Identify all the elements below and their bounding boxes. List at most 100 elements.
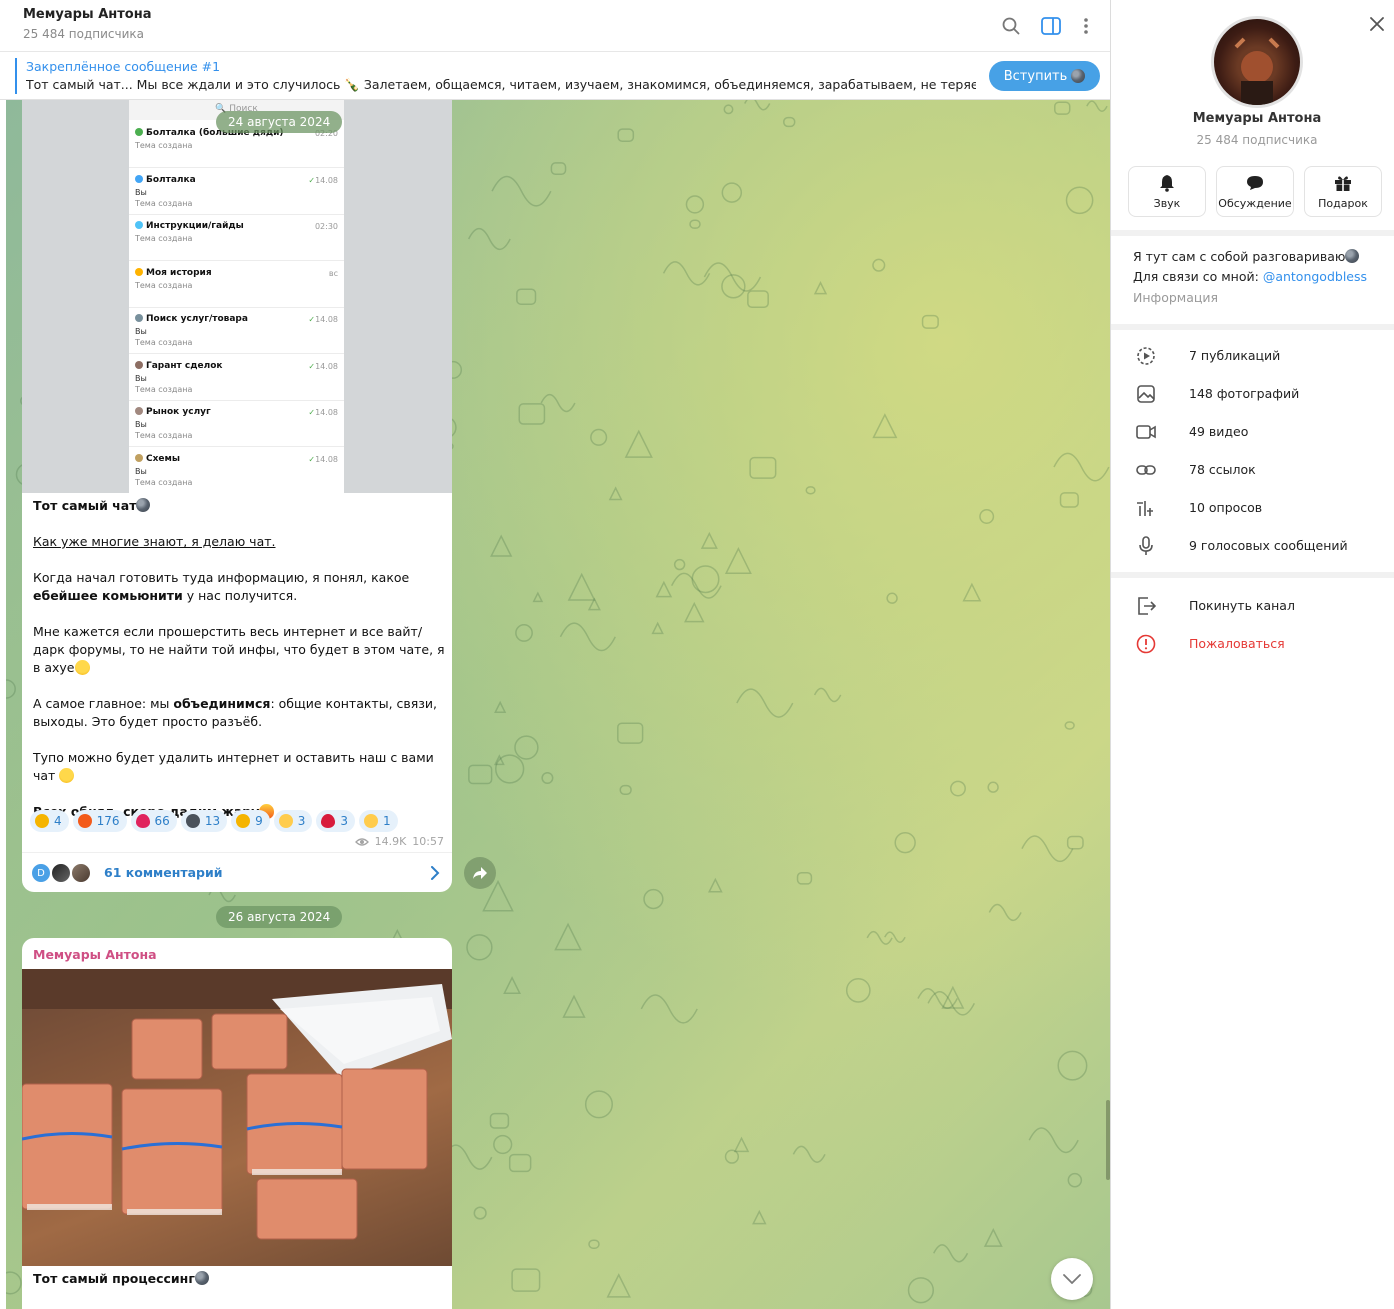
reaction-count: 176 — [96, 814, 120, 828]
reaction-count: 1 — [383, 814, 391, 828]
report-button[interactable]: Пожаловаться — [1111, 625, 1394, 663]
more-menu-icon[interactable] — [1074, 14, 1098, 38]
sound-label: Звук — [1153, 197, 1181, 210]
reaction-scream[interactable]: 3 — [273, 810, 313, 832]
heart-icon — [135, 814, 150, 828]
wallpaper-doodle — [640, 994, 698, 1024]
wallpaper-doodle — [1067, 1172, 1083, 1188]
channel-post[interactable]: Мемуары Антона Тот самый процессинг — [22, 938, 452, 1309]
join-label: Вступить — [1003, 68, 1068, 84]
share-post-button[interactable] — [464, 857, 496, 889]
laughing-emoji-icon — [59, 768, 75, 783]
media-row-posts[interactable]: 7 публикаций — [1111, 337, 1394, 375]
post-author[interactable]: Мемуары Антона — [33, 947, 157, 962]
topic-author: Вы — [135, 187, 147, 197]
commenter-avatar: D — [30, 862, 52, 884]
post-paragraph: у нас получится. — [182, 588, 298, 603]
media-row-photos[interactable]: 148 фотографий — [1111, 375, 1394, 413]
post-screenshot-image[interactable]: 🔍 Поиск Болталка (большие дяди) Тема созд… — [22, 100, 452, 493]
wallpaper-doodle — [491, 175, 552, 207]
join-channel-button[interactable]: Вступить — [989, 61, 1100, 91]
topic-status: Тема создана — [135, 198, 193, 208]
wallpaper-doodle — [921, 314, 939, 329]
reactions-bar: 4 176 66 13 9 3 3 1 — [30, 810, 398, 832]
gift-button[interactable]: Подарок — [1304, 166, 1382, 217]
topic-status: Тема создана — [135, 477, 193, 487]
wallpaper-doodle — [1064, 721, 1075, 730]
media-row-polls[interactable]: 10 опросов — [1111, 489, 1394, 527]
topic-status: Тема создана — [135, 141, 193, 150]
media-row-voice[interactable]: 9 голосовых сообщений — [1111, 527, 1394, 565]
topic-time: 02:30 — [314, 222, 338, 231]
post-photo[interactable] — [22, 969, 452, 1266]
post-meta: 14.9K 10:57 — [354, 835, 444, 848]
reaction-star[interactable]: 4 — [30, 810, 69, 832]
reaction-fire[interactable]: 176 — [72, 810, 127, 832]
wallpaper-doodle — [655, 580, 673, 598]
reaction-heart-fire[interactable]: 3 — [316, 810, 356, 832]
wallpaper-doodle — [707, 877, 723, 893]
reaction-money-face[interactable]: 1 — [359, 810, 398, 832]
contact-link[interactable]: @antongodbless — [1263, 269, 1367, 284]
wallpaper-doodle — [6, 1271, 22, 1295]
media-row-links[interactable]: 78 ссылок — [1111, 451, 1394, 489]
post-time: 10:57 — [412, 835, 444, 848]
wallpaper-doodle — [495, 754, 525, 784]
wallpaper-doodle — [671, 572, 722, 599]
topic-author: Вы — [135, 420, 147, 429]
wallpaper-doodle — [508, 1153, 532, 1173]
chat-header: Мемуары Антона 25 484 подписчика — [0, 0, 1110, 52]
channel-post[interactable]: 🔍 Поиск Болталка (большие дяди) Тема созд… — [22, 100, 452, 892]
post-paragraph: Тупо можно будет удалить интернет и оста… — [33, 750, 434, 783]
gift-label: Подарок — [1318, 197, 1368, 210]
wallpaper-doodle — [624, 429, 653, 458]
wallpaper-doodle — [617, 722, 644, 744]
channel-description: Я тут сам с собой разговариваю Для связи… — [1111, 236, 1394, 324]
reaction-moon[interactable]: 13 — [180, 810, 228, 832]
pinned-message-bar[interactable]: Закреплённое сообщение #1 Тот самый чат.… — [0, 52, 1110, 100]
topic-author: Вы — [135, 327, 147, 336]
wallpaper-doodle — [749, 456, 777, 479]
heart-fire-icon — [321, 814, 336, 828]
wallpaper-doodle — [1066, 835, 1084, 850]
search-icon[interactable] — [999, 14, 1023, 38]
date-separator: 26 августа 2024 — [216, 906, 343, 928]
post-link-text[interactable]: Как уже многие знают, я делаю чат. — [33, 534, 276, 549]
profile-subscribers: 25 484 подписчика — [1196, 133, 1318, 147]
sound-button[interactable]: Звук — [1128, 166, 1206, 217]
wallpaper-doodle — [866, 930, 893, 945]
moon-emoji-icon — [194, 1271, 209, 1285]
media-row-videos[interactable]: 49 видео — [1111, 413, 1394, 451]
star-icon — [35, 814, 49, 828]
comments-button[interactable]: D 61 комментарий — [22, 852, 452, 892]
close-icon[interactable] — [1365, 12, 1389, 36]
sidebar-toggle-icon[interactable] — [1039, 14, 1063, 38]
post-title: Тот самый чат — [33, 498, 137, 513]
wallpaper-doodle — [736, 688, 794, 718]
discussion-button[interactable]: Обсуждение — [1216, 166, 1294, 217]
topic-name: Моя история — [135, 267, 212, 278]
topic-time: ✓14.08 — [308, 408, 338, 417]
reaction-heart[interactable]: 66 — [130, 810, 177, 832]
report-icon — [1136, 634, 1156, 654]
channel-avatar[interactable] — [1211, 16, 1303, 108]
wallpaper-doodle — [685, 195, 705, 214]
wallpaper-doodle — [590, 428, 608, 446]
topic-row: Рынок услуг Вы Тема создана ✓14.08 — [129, 401, 344, 447]
wallpaper-doodle — [884, 931, 906, 944]
reaction-count: 13 — [204, 814, 221, 828]
wallpaper-doodle — [1054, 101, 1071, 115]
chat-area[interactable]: 🔍 Поиск Болталка (большие дяди) Тема созд… — [6, 100, 1110, 1309]
leave-channel-button[interactable]: Покинуть канал — [1111, 587, 1394, 625]
scream-icon — [278, 814, 293, 828]
wallpaper-doodle — [1057, 1050, 1088, 1081]
topic-row: Инструкции/гайды Тема создана 02:30 — [129, 215, 344, 261]
wallpaper-doodle — [540, 393, 576, 413]
reaction-thumbs-up[interactable]: 9 — [231, 810, 270, 832]
channel-title[interactable]: Мемуары Антона — [23, 7, 151, 22]
wallpaper-doodle — [1059, 492, 1079, 508]
scroll-down-button[interactable] — [1051, 1258, 1093, 1300]
wallpaper-doodle — [468, 764, 493, 785]
topic-status: Тема создана — [135, 338, 193, 347]
wallpaper-doodle — [1086, 100, 1108, 113]
